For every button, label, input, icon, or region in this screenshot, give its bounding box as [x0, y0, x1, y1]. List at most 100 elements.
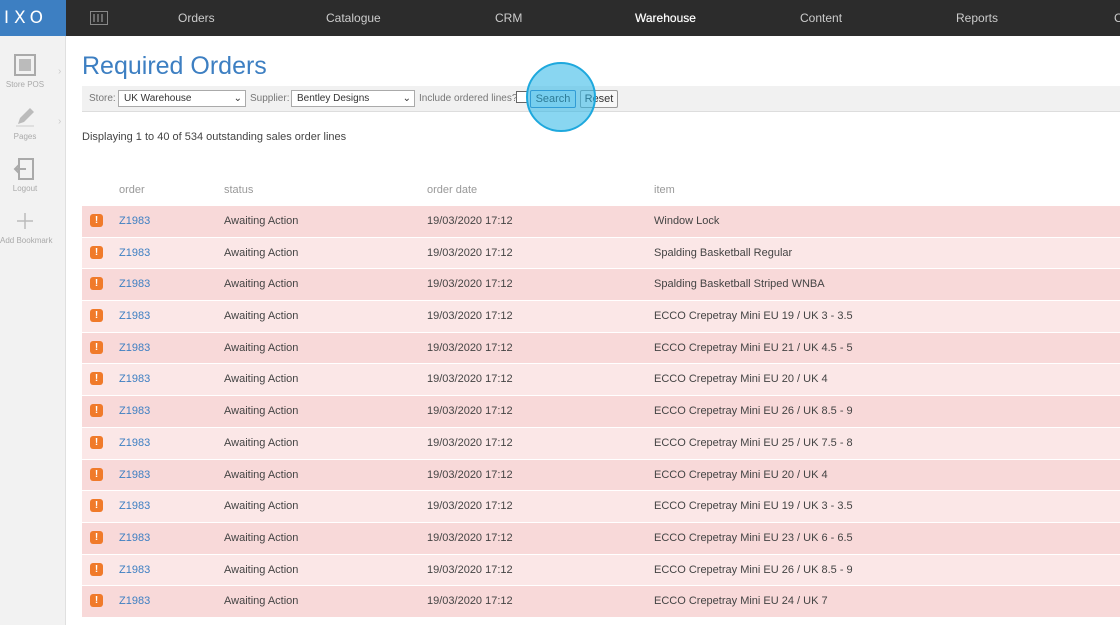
- store-select[interactable]: UK Warehouse ⌄: [118, 90, 246, 107]
- column-header-status[interactable]: status: [224, 184, 253, 196]
- order-status: Awaiting Action: [224, 595, 299, 608]
- sidebar-item-add-bookmark[interactable]: Add Bookmark: [0, 208, 53, 245]
- order-status: Awaiting Action: [224, 278, 299, 291]
- alert-icon: !: [90, 530, 103, 544]
- store-select-value: UK Warehouse: [124, 93, 192, 104]
- column-header-item[interactable]: item: [654, 184, 675, 196]
- order-link[interactable]: Z1983: [119, 373, 150, 385]
- order-date: 19/03/2020 17:12: [427, 246, 513, 259]
- order-link[interactable]: Z1983: [119, 564, 150, 576]
- sidebar-item-logout[interactable]: Logout: [0, 156, 50, 193]
- table-row[interactable]: ! Z1983 Awaiting Action 19/03/2020 17:12 ECC…: [82, 491, 1120, 523]
- order-date: 19/03/2020 17:12: [427, 278, 513, 291]
- include-ordered-label: Include ordered lines?: [419, 93, 518, 104]
- table-row[interactable]: ! Z1983 Awaiting Action 19/03/2020 17:12 Spa…: [82, 237, 1120, 270]
- order-link[interactable]: Z1983: [119, 532, 150, 544]
- order-status: Awaiting Action: [224, 436, 299, 449]
- order-date: 19/03/2020 17:12: [427, 436, 513, 449]
- order-status: Awaiting Action: [224, 310, 299, 323]
- apps-grid-icon[interactable]: [90, 11, 108, 25]
- order-item: Window Lock: [654, 215, 720, 227]
- table-row[interactable]: ! Z1983 Awaiting Action 19/03/2020 17:12 ECC…: [82, 364, 1120, 397]
- logout-icon: [13, 158, 34, 180]
- top-nav: IXO Orders Catalogue CRM Warehouse Conte…: [0, 0, 1120, 36]
- chevron-right-icon: ›: [58, 116, 62, 127]
- alert-icon: !: [90, 372, 103, 386]
- include-ordered-checkbox[interactable]: [516, 91, 528, 103]
- plus-icon: [17, 213, 33, 229]
- table-row[interactable]: ! Z1983 Awaiting Action 19/03/2020 17:12 Win…: [82, 206, 1120, 238]
- nav-reports[interactable]: Reports: [956, 0, 998, 36]
- order-link[interactable]: Z1983: [119, 405, 150, 417]
- order-link[interactable]: Z1983: [119, 310, 150, 322]
- order-link[interactable]: Z1983: [119, 469, 150, 481]
- alert-icon: !: [90, 594, 103, 608]
- chevron-right-icon: ›: [58, 66, 62, 77]
- alert-icon: !: [90, 499, 103, 513]
- alert-icon: !: [90, 277, 103, 291]
- order-link[interactable]: Z1983: [119, 342, 150, 354]
- table-row[interactable]: ! Z1983 Awaiting Action 19/03/2020 17:12 ECC…: [82, 586, 1120, 618]
- order-status: Awaiting Action: [224, 341, 299, 354]
- nav-overflow-item[interactable]: C: [1114, 0, 1120, 36]
- table-row[interactable]: ! Z1983 Awaiting Action 19/03/2020 17:12 ECC…: [82, 301, 1120, 333]
- order-status: Awaiting Action: [224, 215, 299, 227]
- results-summary: Displaying 1 to 40 of 534 outstanding sa…: [82, 131, 347, 143]
- alert-icon: !: [90, 245, 103, 259]
- alert-icon: !: [90, 435, 103, 449]
- order-status: Awaiting Action: [224, 468, 299, 481]
- store-label: Store:: [89, 93, 116, 104]
- alert-icon: !: [90, 214, 103, 227]
- search-button[interactable]: Search: [530, 90, 576, 108]
- orders-table-body: ! Z1983 Awaiting Action 19/03/2020 17:12 Win…: [82, 206, 1120, 618]
- order-date: 19/03/2020 17:12: [427, 310, 513, 323]
- order-link[interactable]: Z1983: [119, 500, 150, 512]
- sidebar: Store POS › Pages › Logout Add Bookmark: [0, 36, 66, 625]
- order-status: Awaiting Action: [224, 246, 299, 259]
- order-status: Awaiting Action: [224, 531, 299, 544]
- chevron-down-icon: ⌄: [233, 93, 242, 104]
- order-item: ECCO Crepetray Mini EU 24 / UK 7: [654, 595, 828, 608]
- alert-icon: !: [90, 404, 103, 418]
- sidebar-item-label: Add Bookmark: [0, 236, 53, 245]
- table-row[interactable]: ! Z1983 Awaiting Action 19/03/2020 17:12 ECC…: [82, 554, 1120, 587]
- order-item: ECCO Crepetray Mini EU 19 / UK 3 - 3.5: [654, 500, 853, 513]
- nav-catalogue[interactable]: Catalogue: [326, 0, 381, 36]
- table-header: order status order date item: [82, 182, 1120, 200]
- sidebar-item-label: Logout: [12, 184, 38, 193]
- column-header-order[interactable]: order: [119, 184, 145, 196]
- order-date: 19/03/2020 17:12: [427, 563, 513, 576]
- order-date: 19/03/2020 17:12: [427, 531, 513, 544]
- order-item: ECCO Crepetray Mini EU 26 / UK 8.5 - 9: [654, 405, 853, 418]
- order-item: Spalding Basketball Striped WNBA: [654, 278, 825, 291]
- nav-warehouse[interactable]: Warehouse: [635, 0, 696, 36]
- nav-crm[interactable]: CRM: [495, 0, 522, 36]
- sidebar-item-pages[interactable]: Pages: [0, 104, 50, 141]
- table-row[interactable]: ! Z1983 Awaiting Action 19/03/2020 17:12 Spa…: [82, 269, 1120, 302]
- order-link[interactable]: Z1983: [119, 437, 150, 449]
- order-date: 19/03/2020 17:12: [427, 215, 513, 227]
- order-item: ECCO Crepetray Mini EU 19 / UK 3 - 3.5: [654, 310, 853, 323]
- order-link[interactable]: Z1983: [119, 247, 150, 259]
- app-logo[interactable]: IXO: [0, 0, 66, 36]
- sidebar-item-store-pos[interactable]: Store POS: [0, 52, 50, 89]
- pos-icon: [14, 54, 36, 76]
- order-date: 19/03/2020 17:12: [427, 373, 513, 386]
- order-link[interactable]: Z1983: [119, 278, 150, 290]
- order-date: 19/03/2020 17:12: [427, 595, 513, 608]
- reset-button[interactable]: Reset: [580, 90, 618, 108]
- nav-orders[interactable]: Orders: [178, 0, 215, 36]
- order-item: Spalding Basketball Regular: [654, 246, 793, 259]
- page-title: Required Orders: [82, 52, 267, 80]
- table-row[interactable]: ! Z1983 Awaiting Action 19/03/2020 17:12 ECC…: [82, 396, 1120, 428]
- supplier-select-value: Bentley Designs: [297, 93, 370, 104]
- nav-content[interactable]: Content: [800, 0, 842, 36]
- table-row[interactable]: ! Z1983 Awaiting Action 19/03/2020 17:12 ECC…: [82, 522, 1120, 555]
- column-header-order-date[interactable]: order date: [427, 184, 477, 196]
- table-row[interactable]: ! Z1983 Awaiting Action 19/03/2020 17:12 ECC…: [82, 332, 1120, 365]
- table-row[interactable]: ! Z1983 Awaiting Action 19/03/2020 17:12 ECC…: [82, 459, 1120, 492]
- order-link[interactable]: Z1983: [119, 215, 150, 227]
- supplier-select[interactable]: Bentley Designs ⌄: [291, 90, 415, 107]
- table-row[interactable]: ! Z1983 Awaiting Action 19/03/2020 17:12 ECC…: [82, 427, 1120, 460]
- order-link[interactable]: Z1983: [119, 595, 150, 607]
